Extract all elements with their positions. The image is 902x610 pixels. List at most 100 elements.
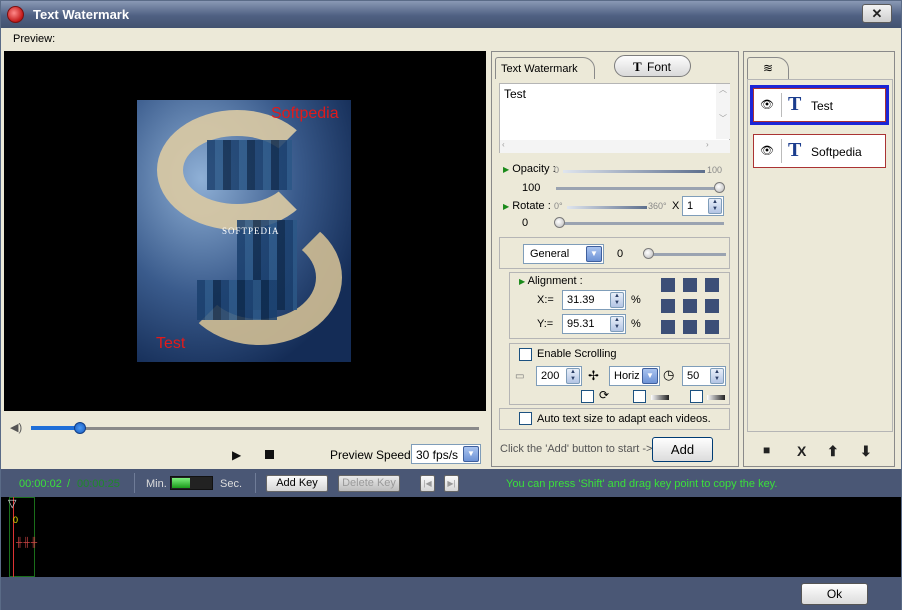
tab-font[interactable]: T Font [614, 55, 691, 77]
app-logo-icon [7, 6, 24, 23]
timeline-toolbar: 00:00:02 / 00:00:25 Min. Sec. Add Key De… [1, 469, 901, 497]
opacity-slider-thumb[interactable] [714, 182, 725, 193]
fade-in-checkbox[interactable] [633, 390, 646, 403]
opacity-slider-track[interactable] [556, 187, 724, 190]
align-bottom-center-button[interactable] [683, 320, 697, 334]
layer-divider [781, 139, 782, 163]
add-button[interactable]: Add [652, 437, 713, 462]
text-vertical-scrollbar[interactable]: ︿ ﹀ [716, 84, 730, 139]
delete-key-button[interactable]: Delete Key [338, 475, 400, 492]
rotate-times-stepper[interactable]: 1 ▲ ▼ [682, 196, 724, 216]
ruler-icon: ▭ [515, 371, 525, 382]
ok-button[interactable]: Ok [801, 583, 868, 605]
x-position-stepper[interactable]: 31.39 ▲ ▼ [562, 290, 626, 310]
eye-icon[interactable]: 👁 [758, 144, 776, 158]
scroll-speed-stepper[interactable]: 50 ▲ ▼ [682, 366, 726, 386]
x-position-label: X:= [537, 294, 554, 306]
align-bottom-right-button[interactable] [705, 320, 719, 334]
timeline-hint: You can press 'Shift' and drag key point… [506, 478, 778, 490]
preview-speed-select[interactable]: 30 fps/s ▼ [411, 444, 481, 464]
seek-thumb[interactable] [74, 422, 86, 434]
scroll-direction-select[interactable]: Horiz ▼ [609, 366, 660, 386]
play-icon[interactable]: ▶ [232, 448, 241, 462]
stepper-arrows-icon[interactable]: ▲ ▼ [610, 316, 624, 332]
watermark-text-input[interactable]: Test ︿ ﹀ ‹ › [499, 83, 730, 153]
toolbar-divider [134, 473, 135, 493]
preview-menu-label: Preview: [13, 33, 56, 45]
align-bottom-left-button[interactable] [661, 320, 675, 334]
fade-out-checkbox[interactable] [690, 390, 703, 403]
stepper-arrows-icon[interactable]: ▲ ▼ [710, 368, 724, 384]
stepper-arrows-icon[interactable]: ▲ ▼ [708, 198, 722, 214]
rotate-min: 0° [554, 201, 563, 211]
expand-triangle-icon: ▶ [503, 165, 510, 174]
rotate-slider-thumb[interactable] [554, 217, 565, 228]
chevron-down-icon[interactable]: ▼ [463, 446, 479, 462]
preview-speed-value: 30 fps/s [416, 448, 459, 462]
loop-checkbox[interactable] [581, 390, 594, 403]
delete-layer-button[interactable]: X [797, 443, 806, 459]
align-top-center-button[interactable] [683, 278, 697, 292]
opacity-label-group: ▶ Opacity : [503, 163, 556, 175]
rotate-slider-track[interactable] [556, 222, 724, 225]
opacity-max: 100 [707, 165, 723, 175]
previous-key-icon[interactable]: |◀ [420, 475, 435, 492]
rotate-times-value: 1 [687, 200, 694, 212]
blend-slider-thumb[interactable] [643, 248, 654, 259]
scroll-distance-stepper[interactable]: 200 ▲ ▼ [536, 366, 582, 386]
layers-tab[interactable]: ≋ [747, 57, 789, 79]
stop-icon[interactable] [265, 450, 274, 459]
expand-triangle-icon: ▶ [519, 277, 526, 286]
blend-slider-track[interactable] [646, 253, 726, 256]
align-middle-right-button[interactable] [705, 299, 719, 313]
align-top-left-button[interactable] [661, 278, 675, 292]
loop-icon: ⟳ [599, 388, 610, 402]
y-position-stepper[interactable]: 95.31 ▲ ▼ [562, 314, 626, 334]
scroll-direction-value: Horiz [614, 370, 640, 382]
tab-text-watermark-label: Text Watermark [501, 63, 578, 75]
align-top-right-button[interactable] [705, 278, 719, 292]
timeline-track[interactable]: ▽ 0 ╫╫╫ [1, 497, 901, 577]
add-key-button[interactable]: Add Key [266, 475, 328, 492]
text-horizontal-scrollbar[interactable]: ‹ › [500, 140, 730, 153]
footer-bar [1, 577, 901, 610]
watermark-test[interactable]: Test [156, 335, 185, 353]
seek-bar-row: ◀) [4, 414, 486, 440]
align-middle-left-button[interactable] [661, 299, 675, 313]
layer-divider [781, 93, 782, 117]
lock-icon[interactable]: ■ [763, 443, 770, 457]
rotate-label-group: ▶ Rotate : [503, 200, 551, 212]
stepper-arrows-icon[interactable]: ▲ ▼ [610, 292, 624, 308]
move-down-icon[interactable]: ⬇ [860, 443, 872, 460]
align-center-button[interactable] [683, 299, 697, 313]
layer-item-softpedia[interactable]: 👁 T Softpedia [753, 134, 886, 168]
next-key-icon[interactable]: ▶| [444, 475, 459, 492]
fade-out-icon [707, 395, 725, 400]
volume-icon[interactable]: ◀) [10, 421, 22, 434]
blend-mode-value: General [530, 248, 570, 260]
expand-triangle-icon: ▶ [503, 202, 510, 211]
playhead-marker-icon[interactable]: ▽ [8, 497, 16, 510]
seek-track[interactable] [31, 427, 479, 430]
rotate-scale [567, 206, 647, 209]
time-separator: / [67, 478, 71, 490]
stepper-arrows-icon[interactable]: ▲ ▼ [566, 368, 580, 384]
blend-mode-select[interactable]: General ▼ [523, 244, 604, 264]
enable-scrolling-checkbox[interactable] [519, 348, 532, 361]
seek-progress [31, 426, 80, 430]
timeline-zoom-slider[interactable] [170, 476, 213, 490]
move-up-icon[interactable]: ⬆ [827, 443, 839, 460]
auto-size-checkbox[interactable] [519, 412, 532, 425]
tab-text-watermark[interactable]: Text Watermark [495, 57, 595, 79]
layer-item-test[interactable]: 👁 T Test [750, 85, 889, 125]
chevron-down-icon[interactable]: ▼ [642, 368, 658, 384]
y-position-label: Y:= [537, 318, 554, 330]
pixelated-region [207, 140, 292, 190]
scroll-speed-value: 50 [687, 370, 700, 382]
rotate-value: 0 [522, 217, 529, 229]
image-caption: SOFTPEDIA [222, 226, 280, 236]
eye-icon[interactable]: 👁 [758, 98, 776, 112]
chevron-down-icon[interactable]: ▼ [586, 246, 602, 262]
close-button[interactable]: ✕ [862, 4, 892, 23]
watermark-softpedia[interactable]: Softpedia [271, 105, 339, 123]
